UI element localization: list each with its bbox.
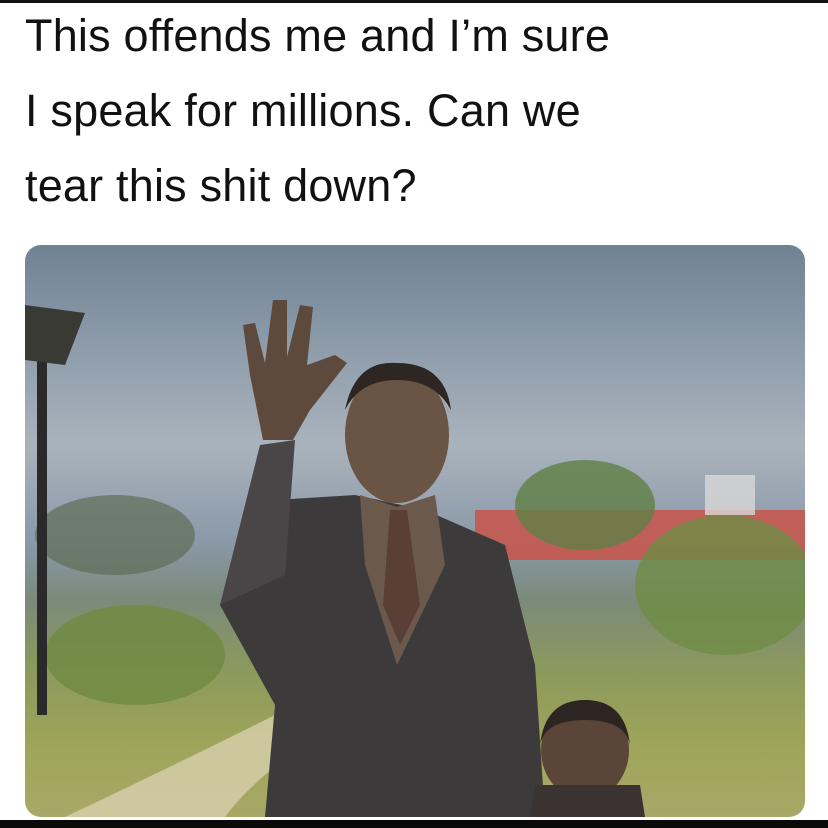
caption-line: I speak for millions. Can we xyxy=(25,85,581,136)
meme-caption: This offends me and I’m sure I speak for… xyxy=(25,0,815,223)
bottom-border xyxy=(0,820,828,828)
photo-scene xyxy=(25,300,805,817)
caption-line: This offends me and I’m sure xyxy=(25,10,611,61)
statue-photo xyxy=(25,245,805,817)
caption-line: tear this shit down? xyxy=(25,160,417,211)
